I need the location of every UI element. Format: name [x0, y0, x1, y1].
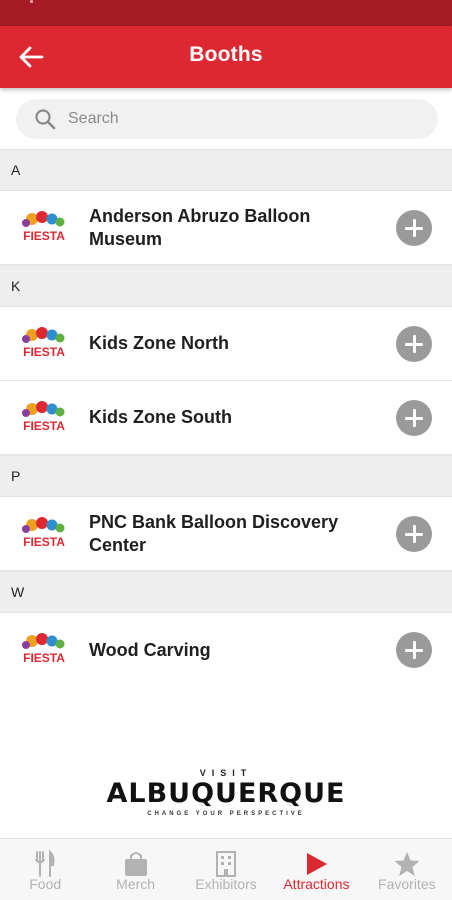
tab-label: Merch: [116, 876, 156, 892]
shopping-bag-icon: [124, 852, 147, 876]
fiesta-logo: FIESTA: [22, 211, 65, 243]
search-icon: [35, 109, 56, 130]
booth-name: Wood Carving: [89, 639, 211, 660]
tab-attractions[interactable]: Attractions: [271, 839, 361, 900]
list-item[interactable]: FIESTA PNC Bank Balloon Discovery Center: [0, 497, 452, 571]
bottom-tab-bar: Food Merch Exhibitors Attractions Favori…: [0, 838, 452, 900]
svg-text:FIESTA: FIESTA: [23, 535, 65, 549]
tab-favorites[interactable]: Favorites: [362, 839, 452, 900]
add-favorite-button[interactable]: [396, 326, 432, 362]
tab-merch[interactable]: Merch: [90, 839, 180, 900]
booth-list: A FIESTA Anderson Abruzo Balloon Museum …: [0, 149, 452, 687]
tab-label: Food: [29, 876, 62, 892]
play-icon: [307, 853, 328, 875]
section-header-w: W: [0, 571, 452, 613]
sponsor-brand-text: ALBUQUERQUE: [106, 778, 346, 809]
booth-name: Kids Zone North: [89, 333, 229, 353]
sponsor-tagline: CHANGE YOUR PERSPECTIVE: [147, 811, 305, 817]
sponsor-visit-text: VISIT: [199, 768, 253, 778]
list-item[interactable]: FIESTA Wood Carving: [0, 613, 452, 687]
booth-name: Kids Zone South: [89, 407, 232, 427]
fork-knife-icon: [35, 850, 55, 877]
section-header-k: K: [0, 265, 452, 307]
sponsor-banner[interactable]: VISIT ALBUQUERQUE CHANGE YOUR PERSPECTIV…: [0, 768, 452, 838]
add-favorite-button[interactable]: [396, 632, 432, 668]
star-icon: [394, 852, 420, 876]
search-bar[interactable]: [16, 99, 438, 139]
tab-label: Exhibitors: [195, 876, 257, 892]
list-item[interactable]: FIESTA Kids Zone North: [0, 307, 452, 381]
fiesta-logo: FIESTA: [22, 327, 65, 359]
booth-name: PNC Bank Balloon Discovery Center: [89, 511, 339, 555]
fiesta-logo: FIESTA: [22, 633, 65, 665]
list-item[interactable]: FIESTA Kids Zone South: [0, 381, 452, 455]
status-bar: [0, 0, 452, 26]
search-input[interactable]: [68, 99, 428, 139]
add-favorite-button[interactable]: [396, 400, 432, 436]
page-title: Booths: [189, 43, 263, 66]
svg-text:FIESTA: FIESTA: [23, 229, 65, 243]
list-item[interactable]: FIESTA Anderson Abruzo Balloon Museum: [0, 191, 452, 265]
svg-text:FIESTA: FIESTA: [23, 651, 65, 665]
svg-text:FIESTA: FIESTA: [23, 419, 65, 433]
section-header-p: P: [0, 455, 452, 497]
fiesta-logo: FIESTA: [22, 401, 65, 433]
fiesta-logo: FIESTA: [22, 517, 65, 549]
booth-name: Anderson Abruzo Balloon Museum: [89, 205, 311, 249]
section-header-a: A: [0, 149, 452, 191]
tab-label: Favorites: [378, 876, 436, 892]
status-indicator: [30, 0, 33, 3]
tab-label: Attractions: [283, 876, 350, 892]
tab-exhibitors[interactable]: Exhibitors: [181, 839, 271, 900]
building-icon: [216, 851, 237, 877]
add-favorite-button[interactable]: [396, 210, 432, 246]
svg-text:FIESTA: FIESTA: [23, 345, 65, 359]
add-favorite-button[interactable]: [396, 516, 432, 552]
app-bar: Booths: [0, 26, 452, 88]
tab-food[interactable]: Food: [0, 839, 90, 900]
